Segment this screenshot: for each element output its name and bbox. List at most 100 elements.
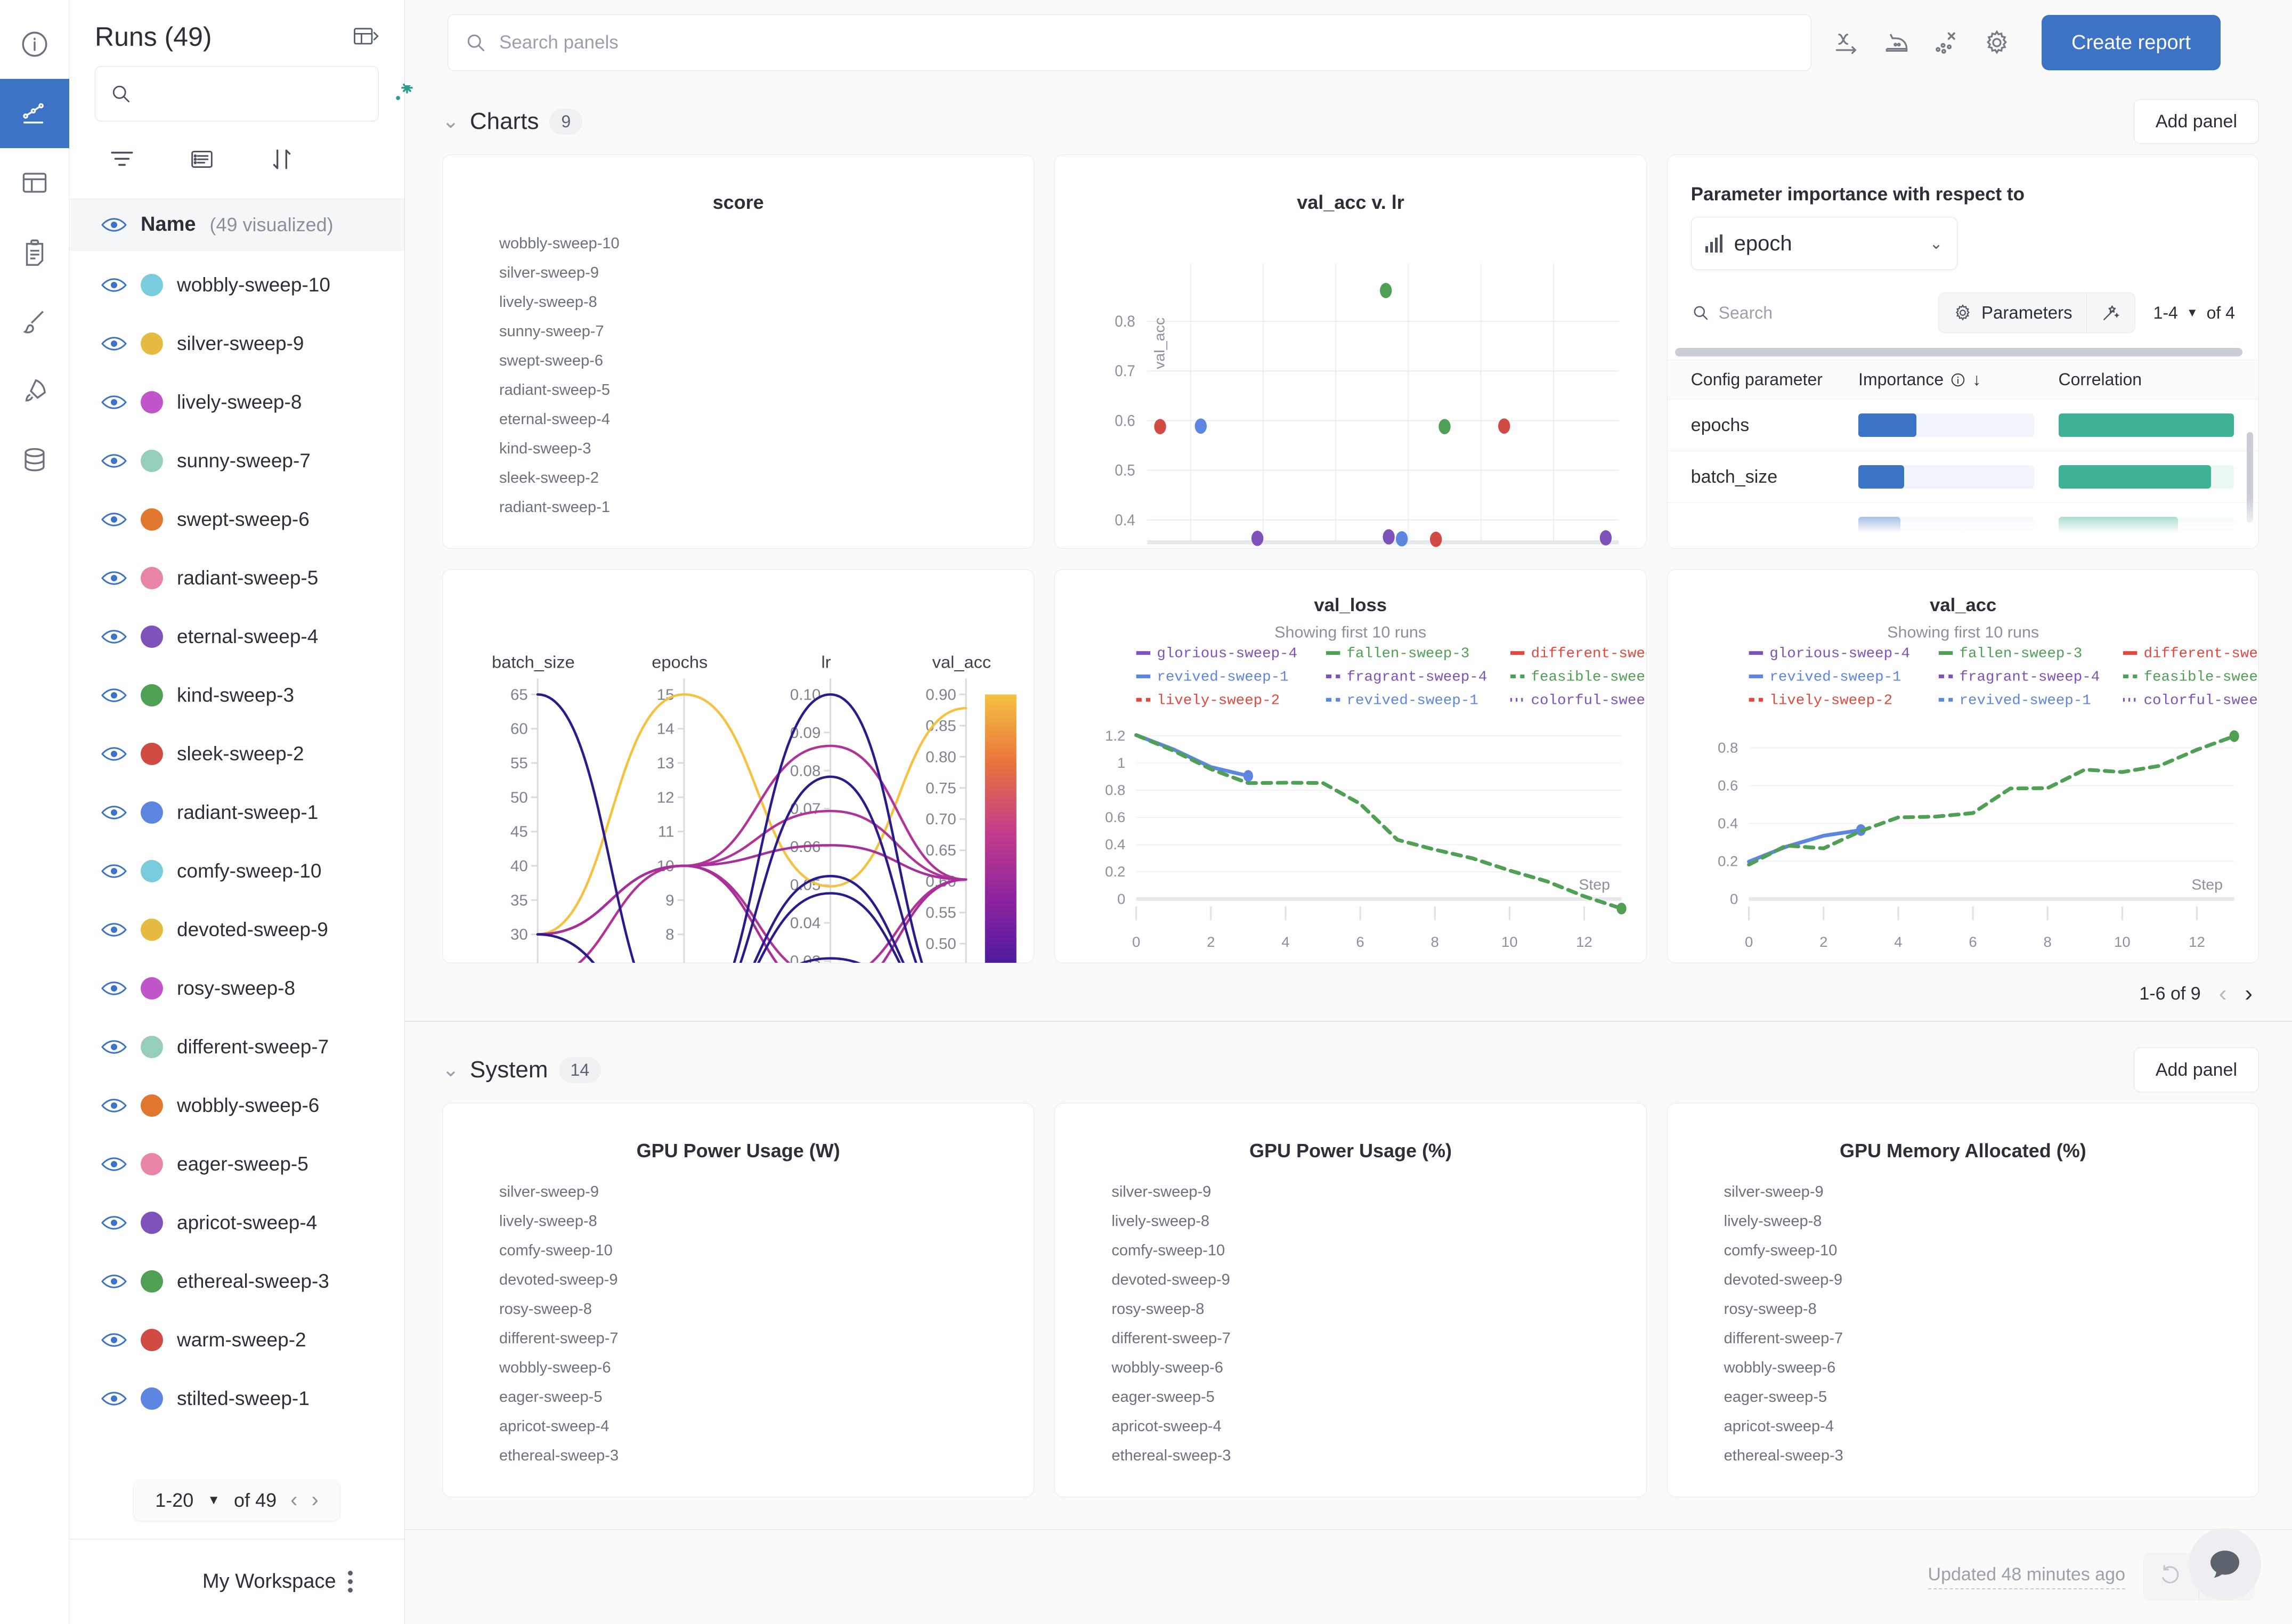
run-list-item[interactable]: sleek-sweep-2 — [69, 725, 404, 783]
parameter-importance-hscrollbar[interactable] — [1675, 348, 2242, 356]
run-list-item[interactable]: radiant-sweep-5 — [69, 549, 404, 607]
run-list-item[interactable]: wobbly-sweep-10 — [69, 256, 404, 314]
parameter-importance-search[interactable]: Search — [1691, 303, 1773, 323]
panel-score[interactable]: score wobbly-sweep-10 silver-sweep-9 livel… — [442, 155, 1035, 549]
column-header-importance[interactable]: Importance ↓ — [1858, 370, 2058, 389]
run-list-item[interactable]: kind-sweep-3 — [69, 666, 404, 725]
eye-icon[interactable] — [101, 511, 127, 527]
eye-icon[interactable] — [101, 394, 127, 410]
eye-icon[interactable] — [101, 629, 127, 645]
parameters-button[interactable]: Parameters — [1939, 293, 2086, 332]
create-report-button[interactable]: Create report — [2042, 15, 2221, 70]
table-icon[interactable] — [0, 148, 69, 217]
eye-icon[interactable] — [101, 1039, 127, 1055]
run-list-item[interactable]: silver-sweep-9 — [69, 314, 404, 373]
brush-icon[interactable] — [0, 287, 69, 356]
table-expand-icon[interactable] — [351, 23, 379, 51]
parameter-importance-page-range[interactable]: 1-4 — [2153, 303, 2178, 323]
sort-desc-icon[interactable]: ↓ — [1972, 370, 1981, 389]
run-list-item[interactable]: lively-sweep-8 — [69, 373, 404, 432]
column-header-correlation[interactable]: Correlation — [2059, 370, 2258, 389]
info-circle-icon[interactable] — [1950, 372, 1966, 388]
runs-name-header[interactable]: Name (49 visualized) — [69, 199, 404, 250]
runs-prev-page-button[interactable]: ‹ — [290, 1488, 297, 1512]
eye-icon[interactable] — [101, 336, 127, 352]
eye-icon[interactable] — [101, 453, 127, 469]
workspace-footer[interactable]: My Workspace — [69, 1539, 404, 1624]
run-list-item[interactable]: eager-sweep-5 — [69, 1135, 404, 1193]
panel-parallel-coordinates[interactable]: batch_size6560555045403530252015nullepoc… — [442, 569, 1035, 963]
eye-icon[interactable] — [101, 277, 127, 293]
eye-icon[interactable] — [101, 1156, 127, 1172]
panel-search-box[interactable] — [448, 14, 1811, 71]
eye-icon[interactable] — [101, 746, 127, 762]
eye-icon[interactable] — [101, 1098, 127, 1114]
eye-icon[interactable] — [101, 1273, 127, 1289]
run-list-item[interactable]: sunny-sweep-7 — [69, 432, 404, 490]
columns-icon[interactable] — [189, 146, 215, 177]
eye-icon[interactable] — [101, 1391, 127, 1407]
workspace-menu-icon[interactable] — [347, 1571, 353, 1593]
panel-val-acc[interactable]: val_acc Showing first 10 runs glorious-swe… — [1667, 569, 2259, 963]
svg-text:0.08: 0.08 — [790, 763, 820, 780]
system-add-panel-button[interactable]: Add panel — [2133, 1048, 2259, 1092]
run-list-item[interactable]: apricot-sweep-4 — [69, 1193, 404, 1252]
eye-icon[interactable] — [101, 570, 127, 586]
gear-icon[interactable] — [1982, 28, 2012, 58]
charts-next-page-button[interactable]: › — [2245, 980, 2253, 1007]
rocket-icon[interactable] — [0, 356, 69, 425]
run-list-item[interactable]: swept-sweep-6 — [69, 490, 404, 549]
eye-icon[interactable] — [101, 687, 127, 703]
chat-bubble-icon[interactable] — [2189, 1528, 2261, 1601]
chevron-down-icon[interactable]: ▼ — [2187, 306, 2198, 320]
clipboard-icon[interactable] — [0, 217, 69, 287]
panel-parameter-importance[interactable]: Parameter importance with respect to epo… — [1667, 155, 2259, 549]
panel-search-input[interactable] — [499, 32, 1795, 53]
info-icon[interactable] — [0, 10, 69, 79]
filter-icon[interactable] — [109, 146, 135, 177]
panel-gpu-memory-pct[interactable]: GPU Memory Allocated (%) silver-sweep-9 l… — [1667, 1103, 2259, 1497]
run-list-item[interactable]: different-sweep-7 — [69, 1018, 404, 1076]
magic-wand-button[interactable] — [2086, 293, 2135, 332]
run-list-item[interactable]: stilted-sweep-1 — [69, 1369, 404, 1428]
eye-icon[interactable] — [101, 805, 127, 821]
scatter-x-icon[interactable] — [1932, 28, 1962, 58]
eye-icon[interactable] — [101, 217, 127, 233]
runs-page-range[interactable]: 1-20 — [155, 1489, 193, 1512]
run-search-box[interactable] — [95, 66, 413, 121]
chevron-down-icon[interactable]: ⌄ — [442, 111, 459, 132]
run-list-item[interactable]: rosy-sweep-8 — [69, 959, 404, 1018]
iron-icon[interactable] — [1882, 28, 1912, 58]
panel-gpu-power-pct[interactable]: GPU Power Usage (%) silver-sweep-9 lively… — [1054, 1103, 1647, 1497]
panel-val-acc-v-lr[interactable]: val_acc v. lr 0.40.50.60.70.80.020.030.0… — [1054, 155, 1647, 549]
parameter-importance-metric-select[interactable]: epoch ⌄ — [1690, 217, 1957, 270]
run-list-item[interactable]: wobbly-sweep-6 — [69, 1076, 404, 1135]
eye-icon[interactable] — [101, 922, 127, 938]
sort-icon[interactable] — [269, 146, 295, 177]
chevron-down-icon[interactable]: ⌄ — [442, 1060, 459, 1080]
eye-icon[interactable] — [101, 863, 127, 879]
run-list-item[interactable]: devoted-sweep-9 — [69, 900, 404, 959]
run-list-item[interactable]: warm-sweep-2 — [69, 1311, 404, 1369]
column-header-config-parameter[interactable]: Config parameter — [1668, 370, 1858, 389]
eye-icon[interactable] — [101, 980, 127, 996]
eye-icon[interactable] — [101, 1215, 127, 1231]
run-search-input[interactable] — [142, 83, 378, 104]
charts-add-panel-button[interactable]: Add panel — [2133, 99, 2259, 144]
x-arrow-icon[interactable] — [1832, 28, 1862, 58]
database-icon[interactable] — [0, 425, 69, 494]
chevron-down-icon[interactable]: ⌄ — [1930, 234, 1943, 253]
panel-val-loss[interactable]: val_loss Showing first 10 runs glorious-sw… — [1054, 569, 1647, 963]
parameter-importance-row[interactable]: epochs — [1667, 400, 2258, 451]
runs-next-page-button[interactable]: › — [311, 1488, 318, 1512]
parameter-importance-row[interactable]: batch_size — [1667, 451, 2258, 503]
chart-line-icon[interactable] — [0, 79, 69, 148]
run-list-item[interactable]: ethereal-sweep-3 — [69, 1252, 404, 1311]
charts-prev-page-button[interactable]: ‹ — [2219, 980, 2227, 1007]
eye-icon[interactable] — [101, 1332, 127, 1348]
panel-gpu-power-w[interactable]: GPU Power Usage (W) silver-sweep-9 lively… — [442, 1103, 1035, 1497]
run-list-item[interactable]: radiant-sweep-1 — [69, 783, 404, 842]
run-list-item[interactable]: eternal-sweep-4 — [69, 607, 404, 666]
run-list-item[interactable]: comfy-sweep-10 — [69, 842, 404, 900]
chevron-down-icon[interactable]: ▼ — [207, 1493, 220, 1508]
